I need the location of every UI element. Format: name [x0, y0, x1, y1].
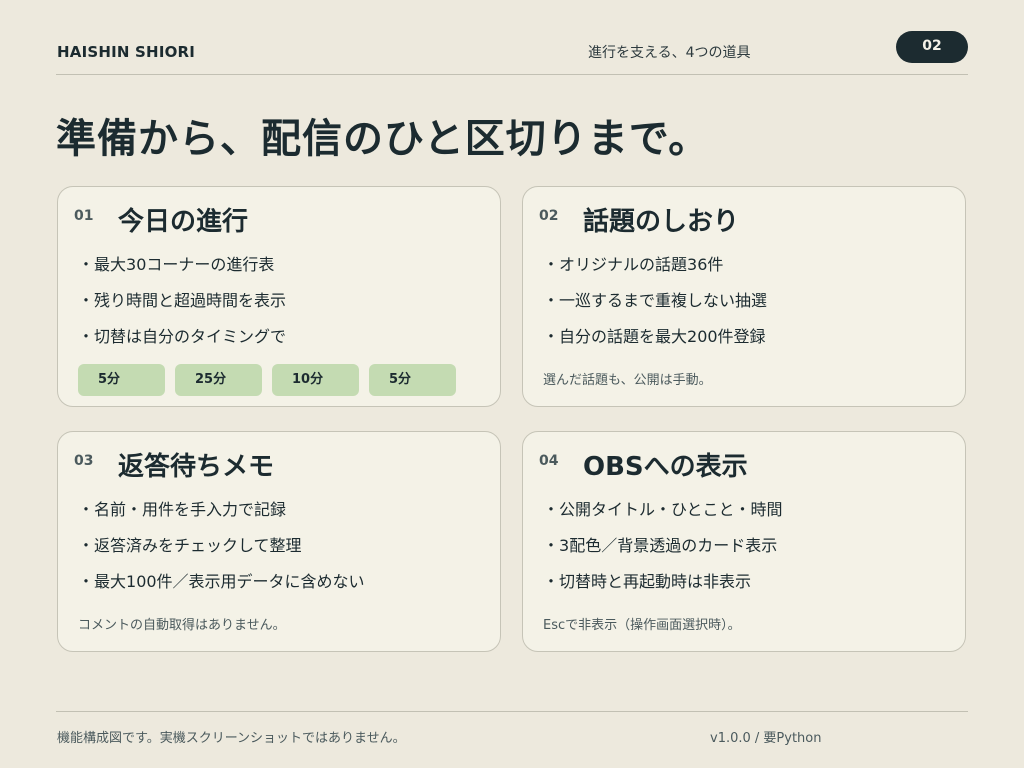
version-label: v1.0.0 / 要Python [710, 731, 822, 746]
card-title: OBSへの表示 [583, 452, 748, 482]
segment-chip: 5分 [78, 364, 165, 396]
segment-chip: 10分 [272, 364, 359, 396]
list-item: 一巡するまで重複しない抽選 [543, 289, 767, 325]
feature-card-topics: 02 話題のしおり オリジナルの話題36件 一巡するまで重複しない抽選 自分の話… [522, 186, 966, 407]
card-title: 今日の進行 [118, 207, 249, 237]
brand-name: HAISHIN SHIORI [57, 43, 196, 61]
page-number-badge: 02 [896, 31, 968, 63]
header-divider [56, 74, 968, 75]
feature-list: 公開タイトル・ひとこと・時間 3配色／背景透過のカード表示 切替時と再起動時は非… [543, 498, 783, 606]
list-item: 切替は自分のタイミングで [78, 325, 286, 361]
segment-chip: 5分 [369, 364, 456, 396]
list-item: 残り時間と超過時間を表示 [78, 289, 286, 325]
card-note: 選んだ話題も、公開は手動。 [543, 373, 712, 388]
footer-note: 機能構成図です。実機スクリーンショットではありません。 [57, 731, 406, 746]
list-item: 返答済みをチェックして整理 [78, 534, 365, 570]
list-item: 公開タイトル・ひとこと・時間 [543, 498, 783, 534]
header-tagline: 進行を支える、4つの道具 [588, 45, 751, 61]
feature-card-obs-display: 04 OBSへの表示 公開タイトル・ひとこと・時間 3配色／背景透過のカード表示… [522, 431, 966, 652]
card-number: 02 [539, 208, 559, 224]
footer-divider [56, 711, 968, 712]
list-item: 最大30コーナーの進行表 [78, 253, 286, 289]
segment-chip: 25分 [175, 364, 262, 396]
page-title: 準備から、配信のひと区切りまで。 [56, 116, 710, 162]
feature-list: 最大30コーナーの進行表 残り時間と超過時間を表示 切替は自分のタイミングで [78, 253, 286, 361]
card-title: 話題のしおり [583, 207, 740, 237]
list-item: 3配色／背景透過のカード表示 [543, 534, 783, 570]
list-item: 切替時と再起動時は非表示 [543, 570, 783, 606]
feature-card-progress: 01 今日の進行 最大30コーナーの進行表 残り時間と超過時間を表示 切替は自分… [57, 186, 501, 407]
list-item: 最大100件／表示用データに含めない [78, 570, 365, 606]
segment-chips: 5分 25分 10分 5分 [78, 364, 456, 396]
card-number: 03 [74, 453, 94, 469]
card-number: 01 [74, 208, 94, 224]
list-item: 自分の話題を最大200件登録 [543, 325, 767, 361]
feature-list: オリジナルの話題36件 一巡するまで重複しない抽選 自分の話題を最大200件登録 [543, 253, 767, 361]
feature-card-reply-memo: 03 返答待ちメモ 名前・用件を手入力で記録 返答済みをチェックして整理 最大1… [57, 431, 501, 652]
feature-list: 名前・用件を手入力で記録 返答済みをチェックして整理 最大100件／表示用データ… [78, 498, 365, 606]
list-item: オリジナルの話題36件 [543, 253, 767, 289]
list-item: 名前・用件を手入力で記録 [78, 498, 365, 534]
card-note: Escで非表示（操作画面選択時）。 [543, 618, 741, 633]
card-number: 04 [539, 453, 559, 469]
card-title: 返答待ちメモ [118, 452, 275, 482]
card-note: コメントの自動取得はありません。 [78, 618, 286, 633]
